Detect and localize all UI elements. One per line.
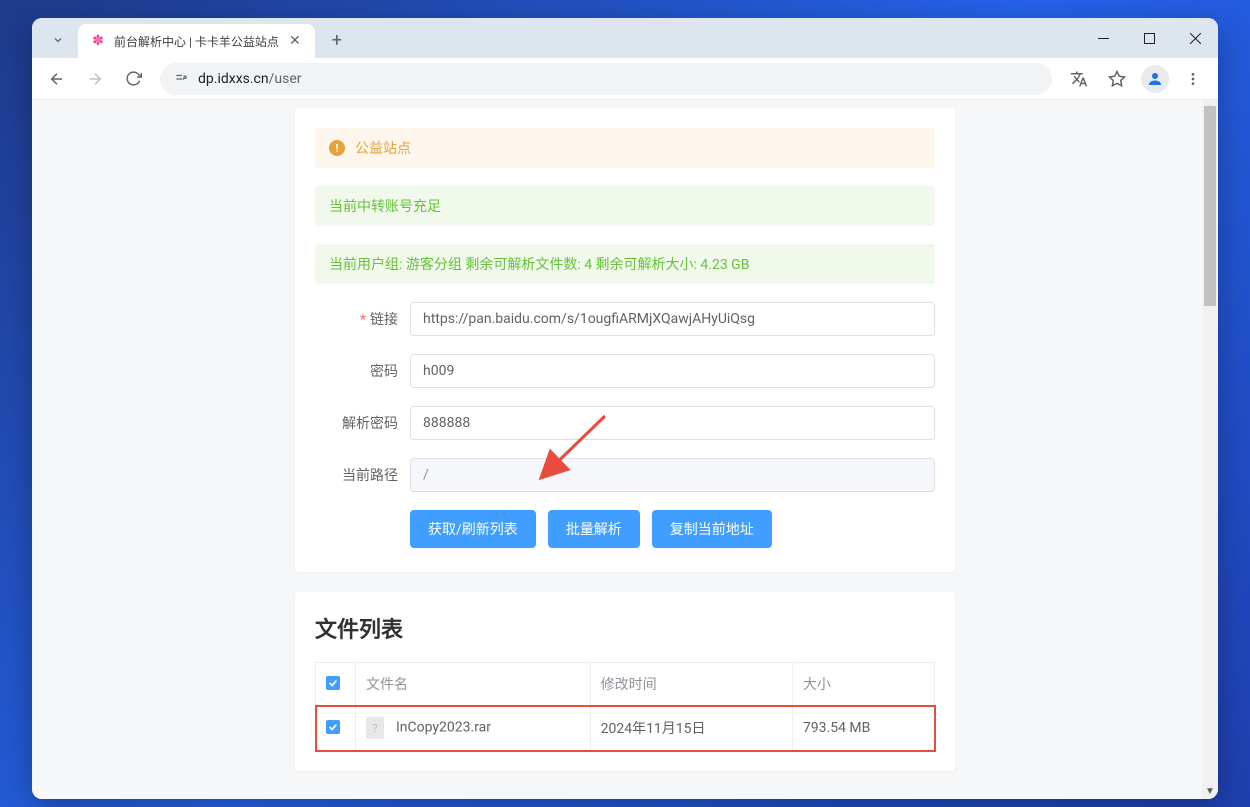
current-path-label: 当前路径	[315, 465, 410, 485]
link-label: *链接	[315, 309, 410, 329]
browser-window: ✽ 前台解析中心 | 卡卡羊公益站点 ✕ +	[32, 18, 1218, 799]
file-list-title: 文件列表	[315, 612, 935, 644]
new-tab-button[interactable]: +	[323, 26, 351, 54]
filename-text: InCopy2023.rar	[396, 720, 491, 736]
tab-search-button[interactable]	[44, 26, 72, 54]
alert-info-text: 当前用户组: 游客分组 剩余可解析文件数: 4 剩余可解析大小: 4.23 GB	[329, 254, 749, 274]
link-input[interactable]	[410, 302, 935, 336]
address-bar: dp.idxxs.cn/user	[32, 58, 1218, 100]
row-checkbox-cell	[316, 706, 356, 751]
tab-favicon-icon: ✽	[90, 33, 106, 49]
file-table: 文件名 修改时间 大小	[315, 662, 935, 751]
table-row[interactable]: InCopy2023.rar 2024年11月15日 793.54 MB	[316, 706, 935, 751]
tab-bar: ✽ 前台解析中心 | 卡卡羊公益站点 ✕ +	[32, 18, 1218, 58]
forward-button[interactable]	[78, 62, 112, 96]
tab-close-icon[interactable]: ✕	[287, 33, 303, 49]
parse-password-input[interactable]	[410, 406, 935, 440]
alert-success: 当前中转账号充足	[315, 186, 935, 226]
scrollbar-thumb[interactable]	[1204, 106, 1216, 306]
header-checkbox-cell	[316, 663, 356, 706]
menu-icon[interactable]	[1176, 62, 1210, 96]
form-row-password: 密码	[315, 354, 935, 388]
back-button[interactable]	[40, 62, 74, 96]
tab-title: 前台解析中心 | 卡卡羊公益站点	[114, 33, 279, 50]
parse-password-label: 解析密码	[315, 413, 410, 433]
cell-modified: 2024年11月15日	[590, 706, 792, 751]
url-text: dp.idxxs.cn/user	[198, 71, 1038, 87]
header-filename: 文件名	[356, 663, 591, 706]
form-card: ! 公益站点 当前中转账号充足 当前用户组: 游客分组 剩余可解析文件数: 4 …	[295, 108, 955, 572]
minimize-button[interactable]	[1080, 18, 1126, 58]
scrollbar[interactable]: ▲ ▼	[1202, 100, 1218, 799]
site-info-icon[interactable]	[174, 72, 188, 86]
header-size: 大小	[792, 663, 934, 706]
current-path-input	[410, 458, 935, 492]
row-checkbox[interactable]	[326, 720, 340, 734]
form-row-parse-password: 解析密码	[315, 406, 935, 440]
profile-button[interactable]	[1138, 62, 1172, 96]
profile-icon	[1141, 65, 1169, 93]
cell-size: 793.54 MB	[792, 706, 934, 751]
table-header-row: 文件名 修改时间 大小	[316, 663, 935, 706]
copy-address-button[interactable]: 复制当前地址	[652, 510, 772, 548]
reload-button[interactable]	[116, 62, 150, 96]
translate-icon[interactable]	[1062, 62, 1096, 96]
alert-warning-text: 公益站点	[355, 138, 411, 158]
password-label: 密码	[315, 361, 410, 381]
form-row-current-path: 当前路径	[315, 458, 935, 492]
refresh-button[interactable]: 获取/刷新列表	[410, 510, 536, 548]
window-controls	[1080, 18, 1218, 58]
form-row-link: *链接	[315, 302, 935, 336]
alert-warning: ! 公益站点	[315, 128, 935, 168]
file-icon	[366, 717, 384, 739]
alert-info: 当前用户组: 游客分组 剩余可解析文件数: 4 剩余可解析大小: 4.23 GB	[315, 244, 935, 284]
button-row: 获取/刷新列表 批量解析 复制当前地址	[410, 510, 935, 548]
select-all-checkbox[interactable]	[326, 676, 340, 690]
batch-parse-button[interactable]: 批量解析	[548, 510, 640, 548]
alert-success-text: 当前中转账号充足	[329, 196, 441, 216]
url-bar[interactable]: dp.idxxs.cn/user	[160, 63, 1052, 95]
cell-filename: InCopy2023.rar	[356, 706, 591, 751]
header-modified: 修改时间	[590, 663, 792, 706]
page-content: ▲ ▼ ! 公益站点 当前中转账号充足 当前用户组: 游客分组 剩余可解析	[32, 100, 1218, 799]
maximize-button[interactable]	[1126, 18, 1172, 58]
close-window-button[interactable]	[1172, 18, 1218, 58]
scrollbar-down-icon[interactable]: ▼	[1202, 783, 1218, 799]
file-list-card: 文件列表 文件名 修改时间 大小	[295, 592, 955, 771]
warning-icon: !	[329, 140, 345, 156]
password-input[interactable]	[410, 354, 935, 388]
browser-tab[interactable]: ✽ 前台解析中心 | 卡卡羊公益站点 ✕	[78, 24, 315, 58]
bookmark-icon[interactable]	[1100, 62, 1134, 96]
